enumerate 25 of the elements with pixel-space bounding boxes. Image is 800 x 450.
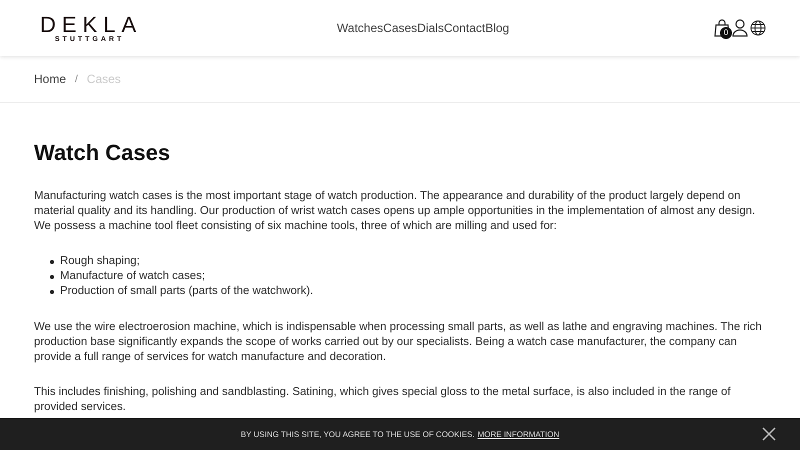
list-item: Rough shaping; xyxy=(60,254,140,269)
page-title: Watch Cases xyxy=(34,140,172,166)
nav-link[interactable]: Watches xyxy=(336,21,384,35)
cookie-notice: BY USING THIS SITE, YOU AGREE TO THE USE OF COOKIES. xyxy=(240,430,475,438)
bullet-icon xyxy=(50,290,54,294)
list-item: Manufacture of watch cases; xyxy=(60,269,205,284)
breadcrumb-link[interactable]: Home xyxy=(34,72,66,86)
nav-link[interactable]: Blog xyxy=(485,21,510,35)
nav-link[interactable]: Cases xyxy=(383,21,418,35)
nav-link[interactable]: Contact xyxy=(444,21,486,35)
nav-link[interactable]: Dials xyxy=(417,21,444,35)
globe-icon[interactable] xyxy=(750,20,766,36)
more-information-link[interactable]: MORE INFORMATION xyxy=(478,430,560,438)
paragraph: This includes finishing, polishing and sandblasting. Satining, which gives special gloss to the metal surface, is also included in the range of provided services. xyxy=(34,385,732,415)
cart-button[interactable]: 0 xyxy=(714,19,730,37)
bullet-icon xyxy=(50,260,54,264)
paragraph: We use the wire electroerosion machine, which is indispensable when processing small parts, as well as lathe and engraving machines. The rich production base significantly expands the scope of works carried out by our specialists. Being a watch case manufacturer, the company can provide a full range of services for watch manufacture and decoration. xyxy=(34,320,763,365)
list-item: Production of small parts (parts of the watchwork). xyxy=(60,284,314,299)
bullet-icon xyxy=(50,274,54,278)
close-icon[interactable] xyxy=(762,427,776,441)
user-icon[interactable] xyxy=(732,19,748,37)
breadcrumb-separator: / xyxy=(75,74,78,84)
cart-count-badge: 0 xyxy=(720,27,732,39)
shopping-bag-icon xyxy=(714,19,730,37)
paragraph: Manufacturing watch cases is the most important stage of watch production. The appearance and durability of the product largely depend on material quality and its handling. Our production of wrist watch cases opens up ample opportunities in the implementation of almost any design. We possess a machine tool fleet consisting of six machine tools, three of which are milling and used for: xyxy=(34,189,756,234)
